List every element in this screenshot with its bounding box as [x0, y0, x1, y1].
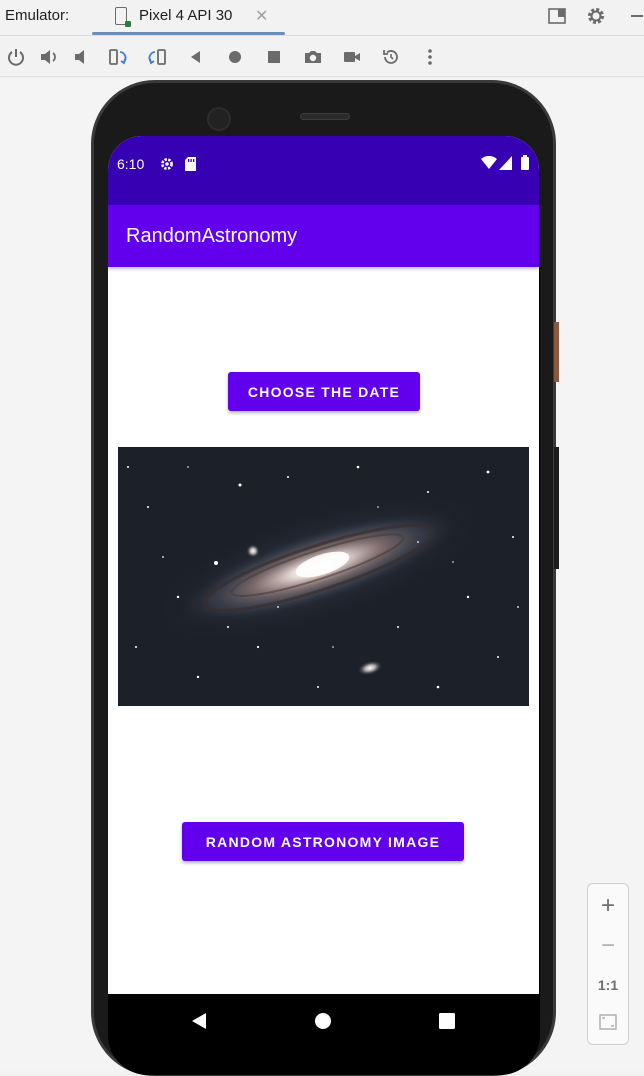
rotate-left-icon[interactable]: [107, 46, 129, 68]
app-bar: RandomAstronomy: [108, 205, 539, 267]
nav-back-icon[interactable]: [190, 1012, 208, 1035]
signal-icon: [499, 156, 512, 175]
power-side-button[interactable]: [554, 322, 559, 382]
status-bar: 6:10: [108, 136, 539, 205]
device-icon: [115, 7, 131, 27]
status-time: 6:10: [117, 156, 145, 172]
earpiece-speaker: [300, 113, 350, 120]
choose-date-button[interactable]: CHOOSE THE DATE: [228, 372, 420, 411]
wifi-icon: [481, 155, 497, 175]
power-icon[interactable]: [5, 46, 27, 68]
battery-icon: [521, 155, 529, 175]
rotate-right-icon[interactable]: [146, 46, 168, 68]
settings-status-icon: [160, 157, 174, 176]
actual-size-button[interactable]: 1:1: [588, 967, 628, 1003]
overview-icon[interactable]: [263, 46, 285, 68]
video-icon[interactable]: [341, 46, 363, 68]
emulator-label: Emulator:: [5, 7, 70, 24]
volume-side-button[interactable]: [554, 447, 559, 569]
back-icon[interactable]: [185, 46, 207, 68]
device-screen: 6:10 RandomAstronomy CHOOSE THE DATE RAN…: [108, 136, 539, 994]
navigation-bar: [108, 994, 539, 1050]
zoom-in-button[interactable]: +: [588, 888, 628, 924]
app-title: RandomAstronomy: [126, 225, 298, 247]
random-image-button[interactable]: RANDOM ASTRONOMY IMAGE: [182, 822, 464, 861]
emulator-tab-bar: Emulator: Pixel 4 API 30 ✕: [0, 0, 644, 36]
zoom-out-button[interactable]: −: [588, 928, 628, 964]
nav-overview-icon[interactable]: [439, 1013, 455, 1034]
close-tab-icon[interactable]: ✕: [255, 6, 268, 26]
camera-icon[interactable]: [302, 46, 324, 68]
device-tab-title: Pixel 4 API 30: [139, 7, 233, 24]
volume-down-icon[interactable]: [71, 46, 93, 68]
fit-screen-icon[interactable]: [588, 1004, 628, 1040]
more-icon[interactable]: [419, 46, 441, 68]
snapshot-icon[interactable]: [380, 46, 402, 68]
home-icon[interactable]: [224, 46, 246, 68]
device-tab[interactable]: Pixel 4 API 30 ✕: [108, 0, 286, 36]
sd-card-status-icon: [185, 157, 196, 176]
hide-panel-icon[interactable]: [625, 6, 644, 26]
emulator-toolbar: [0, 37, 644, 77]
volume-up-icon[interactable]: [38, 46, 60, 68]
nav-home-icon[interactable]: [314, 1012, 332, 1035]
layout-icon[interactable]: [547, 6, 567, 26]
front-camera: [207, 107, 231, 131]
active-tab-indicator: [92, 32, 285, 35]
zoom-panel: + − 1:1: [587, 883, 629, 1045]
astronomy-image: [118, 447, 529, 706]
settings-gear-icon[interactable]: [586, 6, 606, 26]
